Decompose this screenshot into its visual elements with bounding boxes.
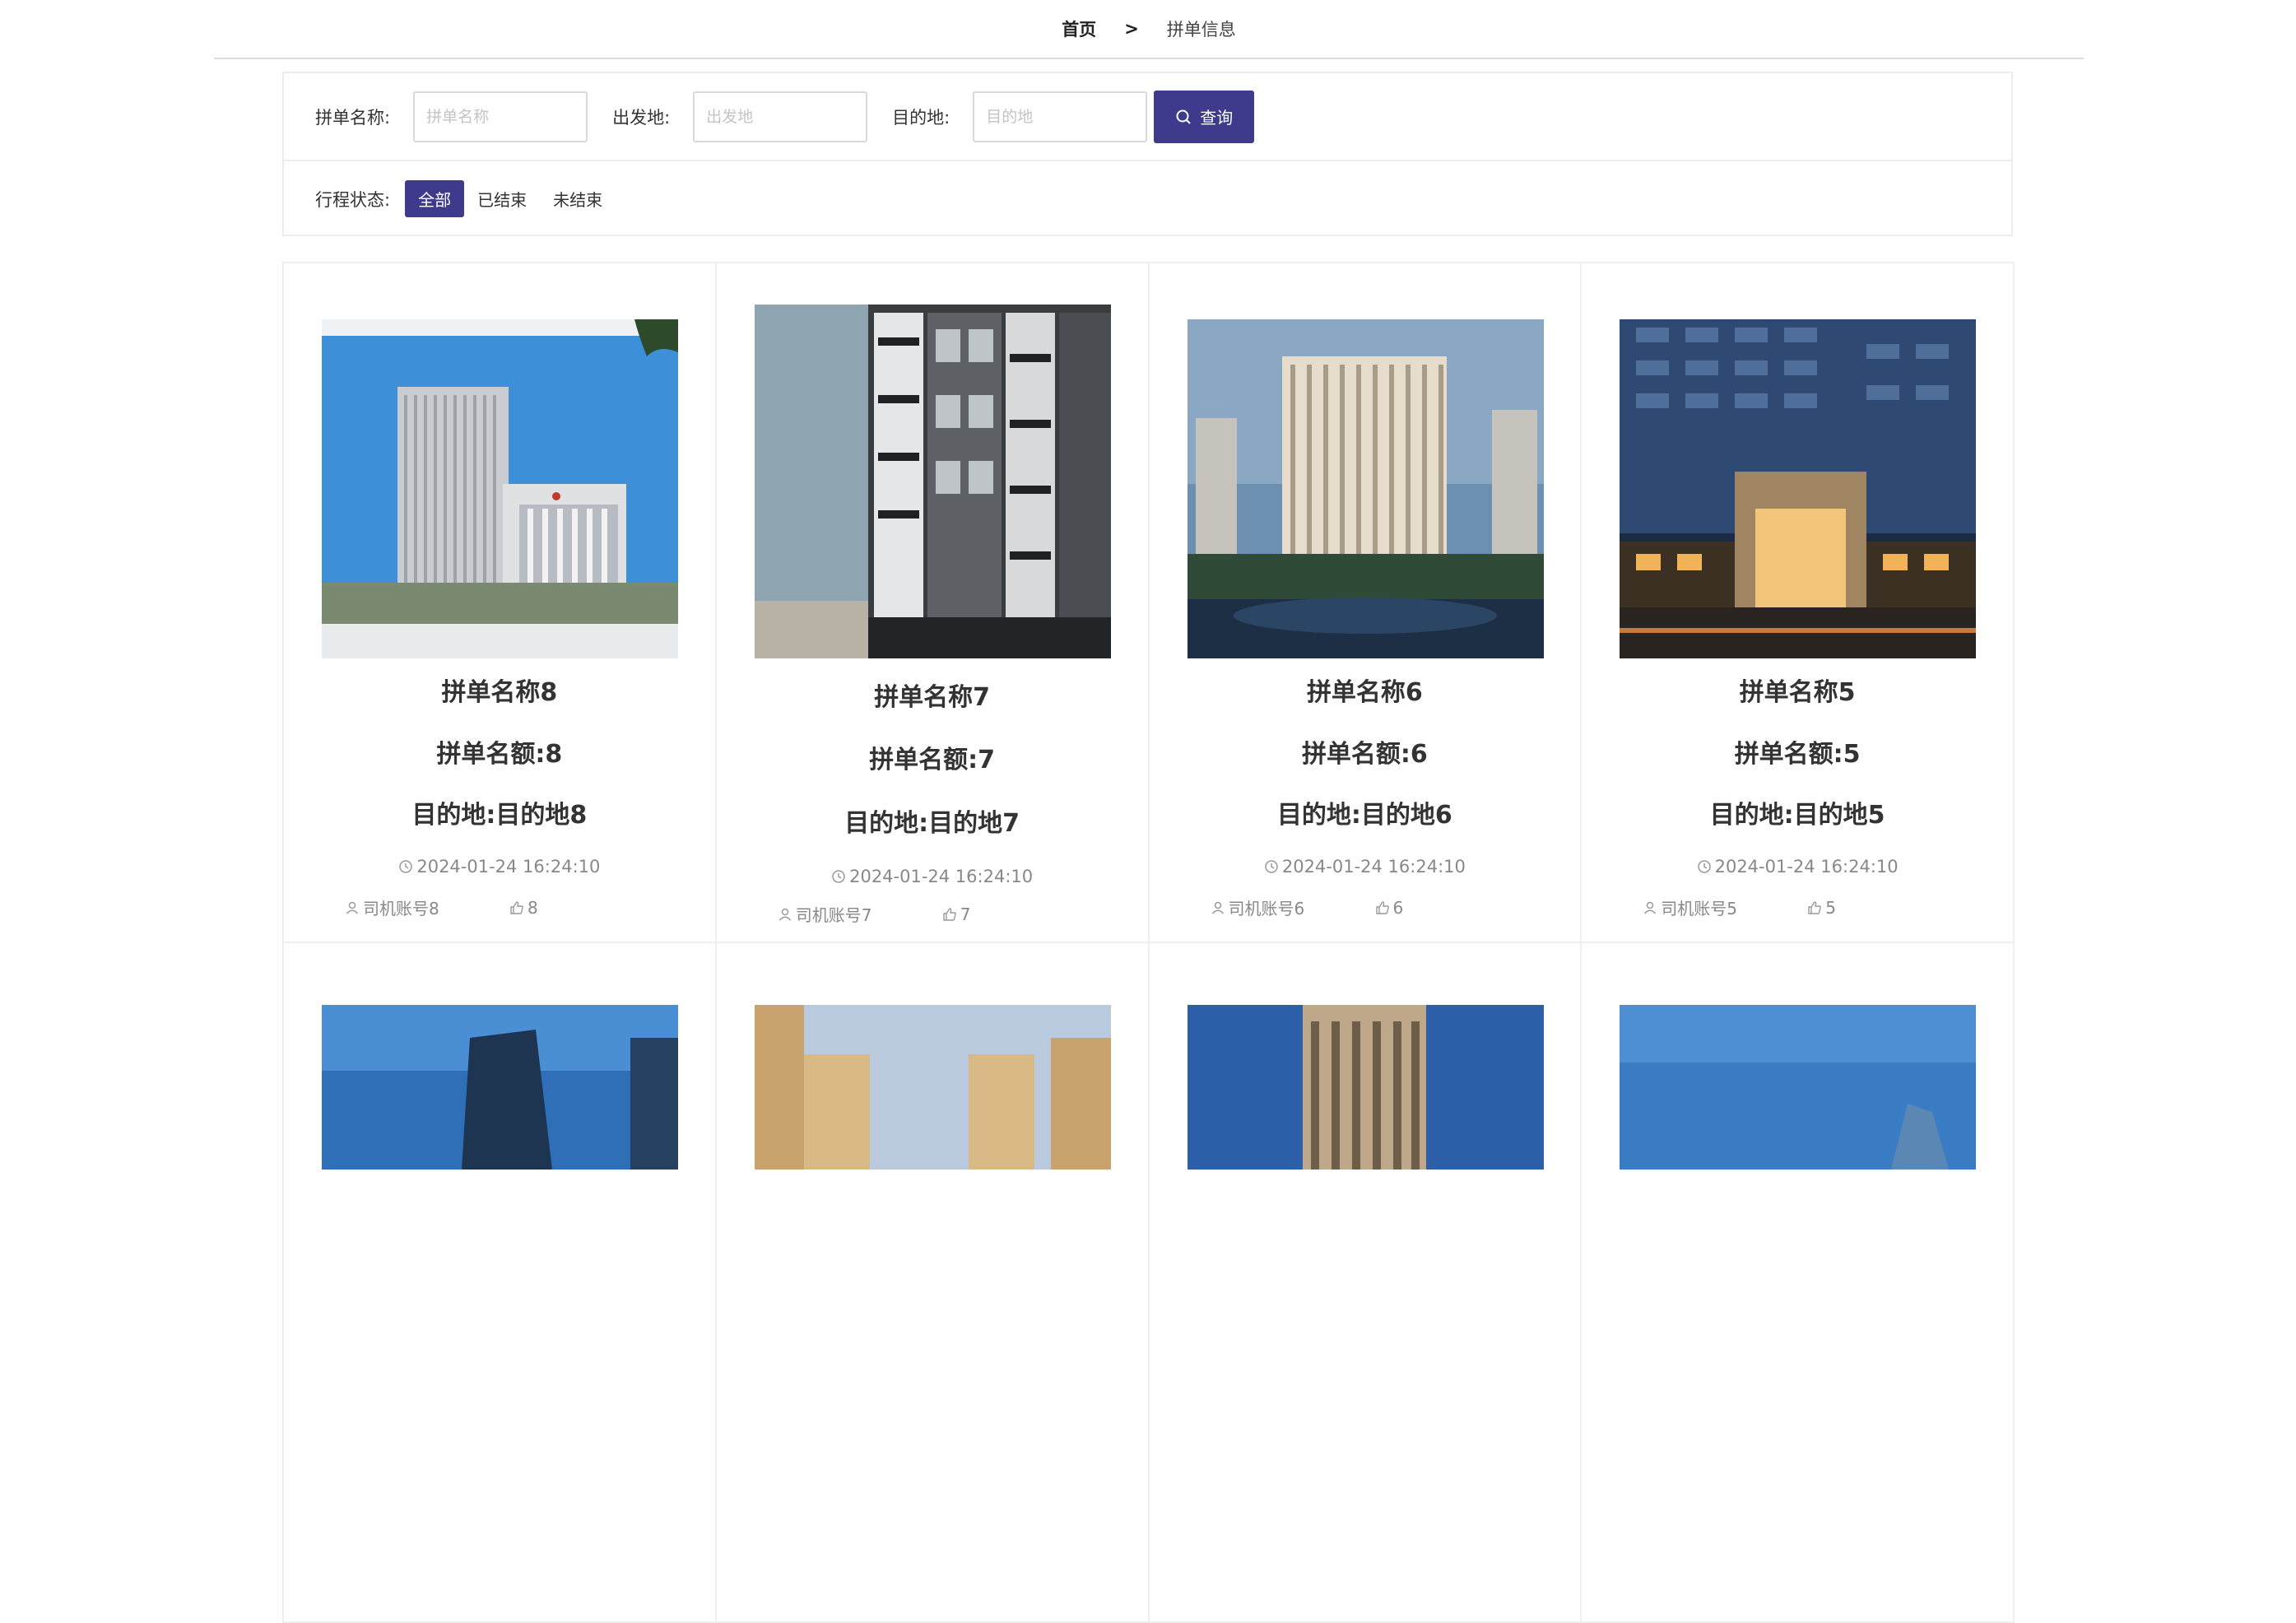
- origin-filter-input[interactable]: [693, 91, 868, 142]
- card-likes-count: 5: [1825, 897, 1836, 918]
- card-image[interactable]: [1187, 319, 1544, 658]
- card-driver: 司机账号8: [345, 895, 509, 919]
- card-driver: 司机账号6: [1211, 895, 1375, 919]
- origin-filter-label: 出发地:: [612, 107, 671, 128]
- status-option-ongoing[interactable]: 未结束: [540, 180, 616, 217]
- card-time-text: 2024-01-24 16:24:10: [1281, 857, 1466, 877]
- card-seats: 拼单名额:6: [1301, 740, 1428, 769]
- card-seats: 拼单名额:8: [436, 740, 563, 769]
- card-time: 2024-01-24 16:24:10: [284, 857, 715, 877]
- user-icon: [779, 908, 791, 921]
- card-driver-text: 司机账号5: [1661, 899, 1737, 918]
- card-title[interactable]: 拼单名称5: [1582, 672, 2013, 708]
- card-image[interactable]: [322, 319, 678, 658]
- clock-icon: [1697, 860, 1711, 873]
- name-filter-label: 拼单名称:: [315, 107, 391, 128]
- name-filter-input[interactable]: [413, 91, 588, 142]
- clock-icon: [832, 870, 845, 883]
- carpool-card[interactable]: [1147, 942, 1583, 1623]
- card-destination: 目的地:目的地6: [1276, 801, 1452, 830]
- card-grid: 拼单名称8 拼单名额:8 目的地:目的地8 2024-01-24 16:24:1…: [282, 262, 2015, 1623]
- card-likes[interactable]: 5: [1807, 898, 1836, 918]
- user-icon: [1211, 901, 1224, 914]
- card-driver: 司机账号5: [1643, 895, 1807, 919]
- card-destination: 目的地:目的地7: [844, 809, 1020, 838]
- card-image[interactable]: [754, 305, 1111, 658]
- card-driver-text: 司机账号6: [1228, 899, 1305, 918]
- card-seats: 拼单名额:5: [1734, 740, 1861, 769]
- card-meta: 司机账号5 5: [1643, 895, 1836, 919]
- dest-filter-label: 目的地:: [892, 107, 950, 128]
- card-image[interactable]: [322, 1005, 678, 1170]
- carpool-card[interactable]: [282, 942, 717, 1623]
- carpool-card[interactable]: 拼单名称7 拼单名额:7 目的地:目的地7 2024-01-24 16:24:1…: [714, 262, 1150, 943]
- card-time: 2024-01-24 16:24:10: [1150, 857, 1581, 877]
- breadcrumb-home-link[interactable]: 首页: [1062, 16, 1096, 41]
- card-time-text: 2024-01-24 16:24:10: [1714, 857, 1899, 877]
- card-driver: 司机账号7: [778, 902, 942, 926]
- carpool-card[interactable]: 拼单名称6 拼单名额:6 目的地:目的地6 2024-01-24 16:24:1…: [1147, 262, 1583, 943]
- card-image[interactable]: [1620, 1005, 1977, 1170]
- card-time: 2024-01-24 16:24:10: [717, 867, 1148, 886]
- thumb-up-icon: [510, 900, 523, 914]
- card-title[interactable]: 拼单名称7: [717, 677, 1148, 713]
- carpool-card[interactable]: [714, 942, 1150, 1623]
- search-button[interactable]: 查询: [1154, 90, 1255, 143]
- status-filter-label: 行程状态:: [315, 189, 391, 210]
- card-likes[interactable]: 8: [509, 898, 538, 918]
- card-destination: 目的地:目的地5: [1709, 801, 1885, 830]
- breadcrumb-current: 拼单信息: [1166, 20, 1236, 40]
- search-button-label: 查询: [1200, 108, 1234, 128]
- carpool-card[interactable]: 拼单名称8 拼单名额:8 目的地:目的地8 2024-01-24 16:24:1…: [282, 262, 717, 943]
- thumb-up-icon: [943, 907, 956, 921]
- thumb-up-icon: [1808, 900, 1822, 914]
- status-option-ended[interactable]: 已结束: [464, 180, 540, 217]
- card-driver-text: 司机账号8: [363, 899, 439, 918]
- clock-icon: [1265, 860, 1278, 873]
- card-likes-count: 6: [1392, 897, 1404, 918]
- card-seats: 拼单名额:7: [869, 746, 996, 774]
- card-time-text: 2024-01-24 16:24:10: [416, 857, 601, 877]
- clock-icon: [399, 860, 413, 873]
- status-filter-row: 行程状态: 全部 已结束 未结束: [284, 161, 2011, 236]
- filter-search-row: 拼单名称: 出发地: 目的地: 查询: [284, 73, 2011, 161]
- card-likes-count: 8: [528, 897, 538, 918]
- carpool-card[interactable]: 拼单名称5 拼单名额:5 目的地:目的地5 2024-01-24 16:24:1…: [1580, 262, 2015, 943]
- card-driver-text: 司机账号7: [795, 905, 872, 925]
- card-destination: 目的地:目的地8: [411, 801, 588, 830]
- card-likes[interactable]: 7: [942, 904, 971, 924]
- card-meta: 司机账号6 6: [1211, 895, 1404, 919]
- breadcrumb: 首页 > 拼单信息: [214, 0, 2084, 59]
- user-icon: [1644, 901, 1657, 914]
- card-likes[interactable]: 6: [1375, 897, 1404, 918]
- card-meta: 司机账号7 7: [778, 902, 971, 926]
- card-image[interactable]: [1187, 1005, 1544, 1170]
- card-image[interactable]: [1620, 319, 1977, 658]
- card-time: 2024-01-24 16:24:10: [1582, 857, 2013, 877]
- user-icon: [346, 901, 359, 914]
- card-title[interactable]: 拼单名称6: [1150, 672, 1581, 708]
- card-likes-count: 7: [960, 904, 971, 924]
- filter-panel: 拼单名称: 出发地: 目的地: 查询 行程状态: 全部 已结束 未结束: [282, 72, 2013, 236]
- card-image[interactable]: [754, 1005, 1111, 1170]
- thumb-up-icon: [1375, 900, 1389, 914]
- search-icon: [1176, 109, 1191, 124]
- card-time-text: 2024-01-24 16:24:10: [849, 867, 1034, 886]
- card-title[interactable]: 拼单名称8: [284, 672, 715, 708]
- dest-filter-input[interactable]: [973, 91, 1148, 142]
- carpool-card[interactable]: [1580, 942, 2015, 1623]
- breadcrumb-separator: >: [1124, 19, 1139, 39]
- status-option-all[interactable]: 全部: [405, 180, 465, 217]
- card-meta: 司机账号8 8: [345, 895, 538, 919]
